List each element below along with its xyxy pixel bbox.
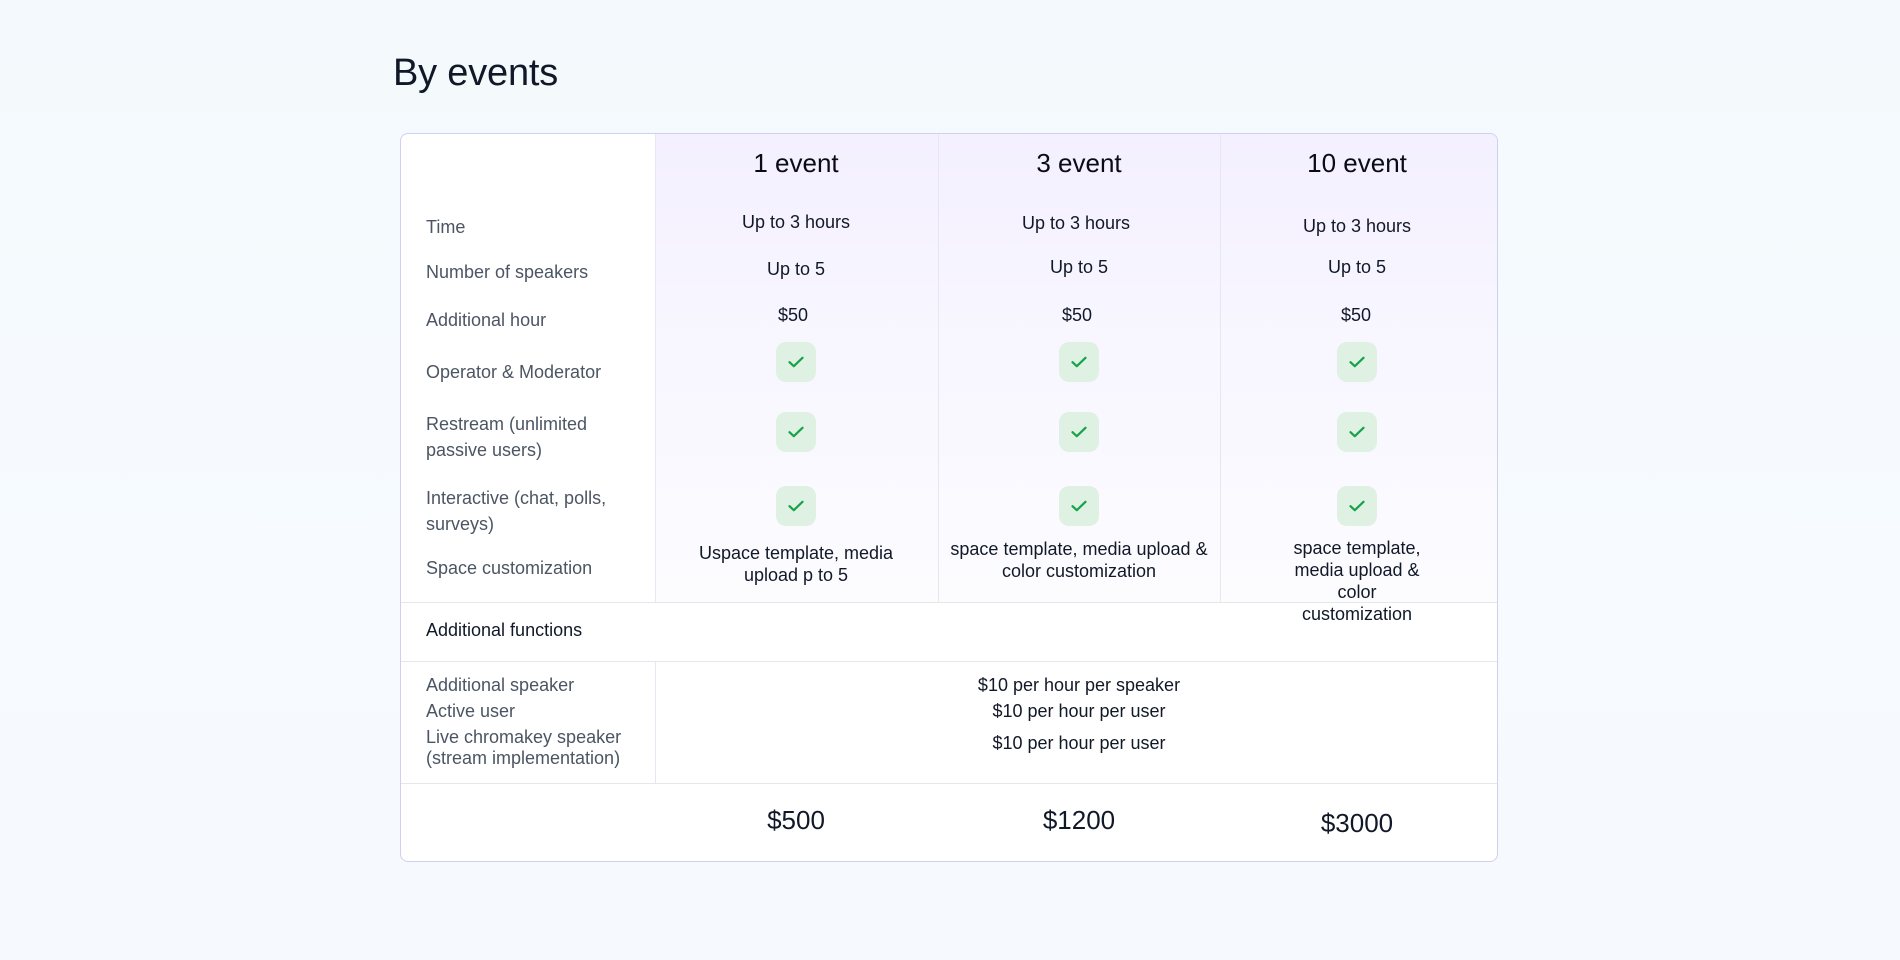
check-icon — [1071, 426, 1087, 438]
check-icon — [1349, 426, 1365, 438]
check-icon — [788, 500, 804, 512]
addon-label-live-chromakey-line1: Live chromakey speaker — [426, 727, 622, 747]
additional-functions-title: Additional functions — [426, 620, 583, 640]
plan-3-additional-hour: $50 — [1340, 305, 1372, 325]
addon-value-live-chromakey: $10 per hour per user — [992, 733, 1166, 753]
row-divider — [401, 783, 1497, 784]
plan-1-additional-hour: $50 — [777, 305, 809, 325]
plan-3-space-customization-line2: color customization — [1301, 582, 1413, 624]
feature-label-restream-line2: passive users) — [426, 440, 543, 460]
feature-label-restream: Restream (unlimited passive users) — [426, 411, 641, 463]
feature-label-space-customization: Space customization — [426, 558, 593, 578]
column-divider — [655, 661, 656, 783]
plan-2-time: Up to 3 hours — [1021, 213, 1131, 233]
addon-label-active-user: Active user — [426, 701, 516, 721]
feature-label-speakers: Number of speakers — [426, 262, 589, 282]
plan-2-restream-check — [1059, 412, 1099, 452]
plan-1-restream-check — [776, 412, 816, 452]
feature-label-interactive-line2: surveys) — [426, 514, 495, 534]
plan-3-interactive-check — [1337, 486, 1377, 526]
addon-value-active-user: $10 per hour per user — [992, 701, 1166, 721]
feature-label-additional-hour: Additional hour — [426, 310, 547, 330]
column-divider — [655, 134, 656, 602]
check-icon — [1071, 356, 1087, 368]
plan-1-time: Up to 3 hours — [741, 212, 851, 232]
feature-label-interactive-line1: Interactive (chat, polls, — [426, 488, 607, 508]
plan-3-speakers: Up to 5 — [1327, 257, 1387, 277]
plan-1-operator-check — [776, 342, 816, 382]
plan-2-space-customization-line1: space template, media upload & — [950, 539, 1208, 559]
addon-label-additional-speaker: Additional speaker — [426, 675, 575, 695]
check-icon — [1349, 500, 1365, 512]
check-icon — [1071, 500, 1087, 512]
feature-label-operator-moderator: Operator & Moderator — [426, 362, 602, 382]
plan-1-space-customization-line2: upload p to 5 — [743, 565, 849, 585]
check-icon — [788, 426, 804, 438]
plan-1-speakers: Up to 5 — [766, 259, 826, 279]
page-title: By events — [393, 52, 559, 94]
addon-label-live-chromakey-line2: (stream implementation) — [426, 748, 621, 768]
check-icon — [1349, 356, 1365, 368]
plan-3-space-customization: space template, media upload & color cus… — [1287, 537, 1427, 625]
plan-header-1-event: 1 event — [753, 148, 839, 178]
plan-2-price: $1200 — [1042, 805, 1116, 835]
plan-3-restream-check — [1337, 412, 1377, 452]
plan-2-space-customization-line2: color customization — [1001, 561, 1157, 581]
plan-3-price: $3000 — [1320, 808, 1394, 838]
plan-1-interactive-check — [776, 486, 816, 526]
plan-header-10-event: 10 event — [1307, 148, 1407, 178]
feature-label-restream-line1: Restream (unlimited — [426, 414, 588, 434]
plan-header-3-event: 3 event — [1036, 148, 1122, 178]
plan-1-space-customization: Uspace template, media upload p to 5 — [699, 542, 893, 586]
plan-1-price: $500 — [767, 805, 825, 835]
plan-3-time: Up to 3 hours — [1302, 216, 1412, 236]
pricing-table: 1 event 3 event 10 event Time Number of … — [400, 133, 1498, 862]
column-divider — [1220, 134, 1221, 602]
check-icon — [788, 356, 804, 368]
plan-1-space-customization-line1: Uspace template, media — [698, 543, 894, 563]
addon-label-live-chromakey: Live chromakey speaker (stream implement… — [426, 727, 621, 769]
plan-2-speakers: Up to 5 — [1049, 257, 1109, 277]
addon-value-additional-speaker: $10 per hour per speaker — [977, 675, 1181, 695]
plan-3-operator-check — [1337, 342, 1377, 382]
plan-3-space-customization-line1: space template, media upload & — [1293, 538, 1421, 580]
feature-label-interactive: Interactive (chat, polls, surveys) — [426, 485, 641, 537]
column-divider — [938, 134, 939, 602]
plan-2-interactive-check — [1059, 486, 1099, 526]
plan-2-space-customization: space template, media upload & color cus… — [950, 538, 1207, 582]
feature-label-time: Time — [426, 217, 466, 237]
row-divider — [401, 661, 1497, 662]
plan-2-additional-hour: $50 — [1061, 305, 1093, 325]
plan-2-operator-check — [1059, 342, 1099, 382]
